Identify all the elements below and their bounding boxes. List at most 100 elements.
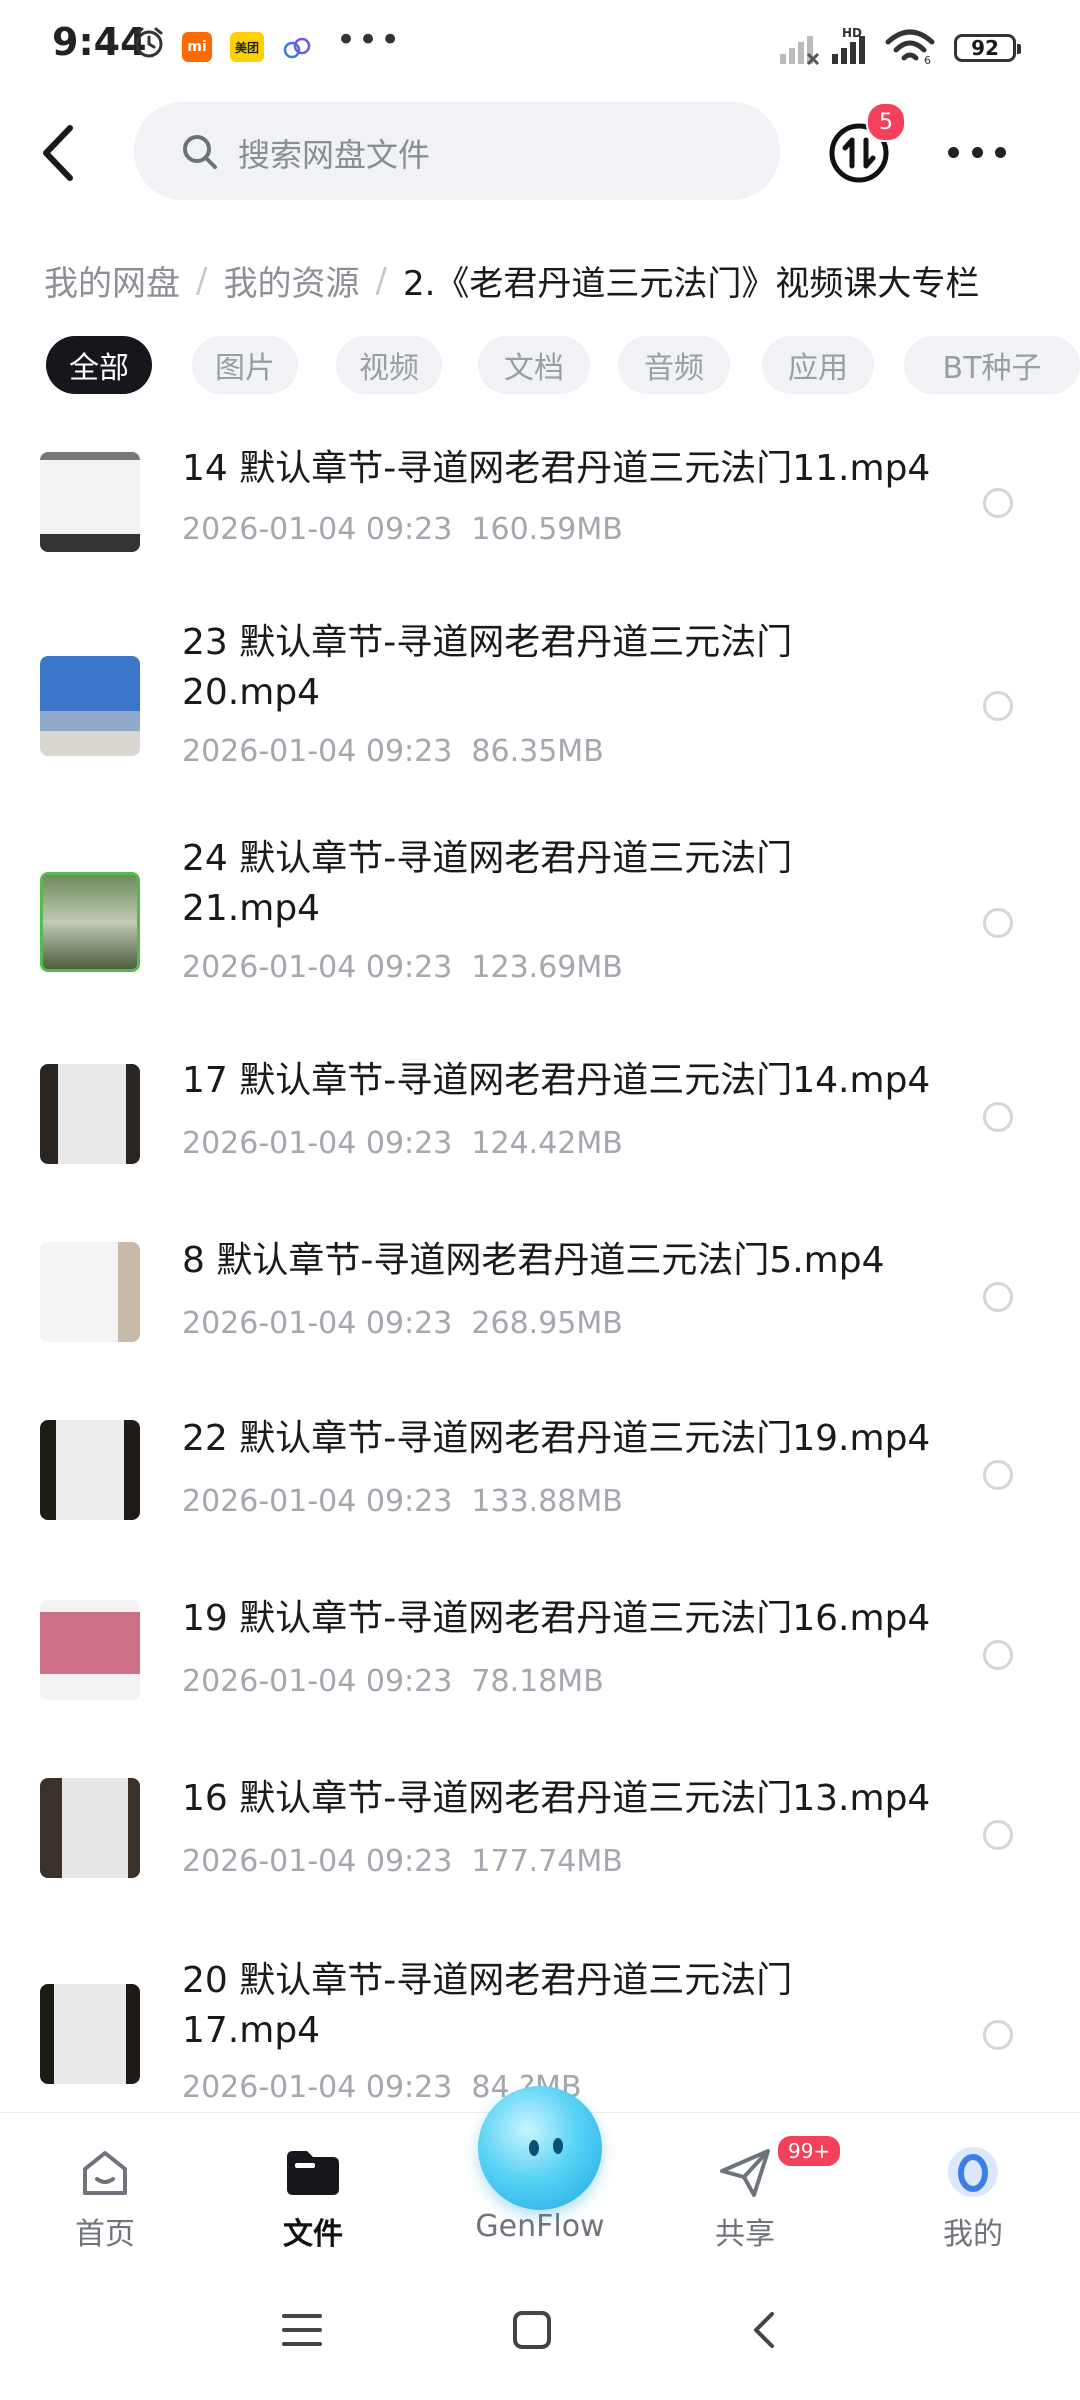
- file-size: 124.42MB: [471, 1126, 623, 1161]
- file-row[interactable]: 14 默认章节-寻道网老君丹道三元法门11.mp4 2026-01-04 09:…: [0, 440, 1080, 580]
- nav-item-home[interactable]: 首页: [50, 2113, 160, 2263]
- select-radio[interactable]: [983, 2020, 1013, 2050]
- file-row[interactable]: 17 默认章节-寻道网老君丹道三元法门14.mp4 2026-01-04 09:…: [0, 1056, 1080, 1196]
- send-icon: [720, 2149, 770, 2197]
- file-size: 160.59MB: [471, 512, 623, 547]
- tab-bt-torrents[interactable]: BT种子: [904, 336, 1080, 394]
- video-thumbnail: [40, 872, 140, 972]
- file-date: 2026-01-04 09:23: [182, 1844, 453, 1879]
- file-meta: 2026-01-04 09:23 160.59MB: [182, 512, 623, 547]
- file-date: 2026-01-04 09:23: [182, 1484, 453, 1519]
- video-thumbnail: [40, 1242, 140, 1342]
- status-bar: 9:44 mi 美团 ••• HD 6 92: [0, 0, 1080, 100]
- meituan-app-icon: 美团: [230, 32, 264, 62]
- select-radio[interactable]: [983, 1820, 1013, 1850]
- search-icon: [183, 135, 217, 169]
- file-row[interactable]: 16 默认章节-寻道网老君丹道三元法门13.mp4 2026-01-04 09:…: [0, 1774, 1080, 1914]
- home-icon: [83, 2151, 127, 2195]
- nav-item-files[interactable]: 文件: [258, 2113, 368, 2263]
- file-row[interactable]: 22 默认章节-寻道网老君丹道三元法门19.mp4 2026-01-04 09:…: [0, 1414, 1080, 1554]
- file-date: 2026-01-04 09:23: [182, 734, 453, 769]
- file-size: 133.88MB: [471, 1484, 623, 1519]
- file-meta: 2026-01-04 09:23 268.95MB: [182, 1306, 623, 1341]
- back-arrow-icon[interactable]: [34, 118, 84, 188]
- alarm-clock-icon: [135, 27, 163, 58]
- file-date: 2026-01-04 09:23: [182, 1664, 453, 1699]
- tab-audio[interactable]: 音频: [618, 336, 730, 394]
- recent-apps-icon[interactable]: [280, 2310, 324, 2350]
- nav-label-genflow: GenFlow: [475, 2209, 605, 2244]
- file-meta: 2026-01-04 09:23 133.88MB: [182, 1484, 623, 1519]
- nav-label-share: 共享: [715, 2217, 775, 2252]
- file-row[interactable]: 24 默认章节-寻道网老君丹道三元法门 21.mp4 2026-01-04 09…: [0, 832, 1080, 1012]
- tab-documents[interactable]: 文档: [478, 336, 590, 394]
- file-name: 24 默认章节-寻道网老君丹道三元法门 21.mp4: [182, 838, 793, 929]
- file-name: 22 默认章节-寻道网老君丹道三元法门19.mp4: [182, 1418, 931, 1459]
- file-date: 2026-01-04 09:23: [182, 1306, 453, 1341]
- search-bar[interactable]: 搜索网盘文件: [134, 102, 780, 200]
- system-back-icon[interactable]: [744, 2308, 784, 2352]
- wifi-icon: 6: [885, 29, 935, 66]
- select-radio[interactable]: [983, 691, 1013, 721]
- nav-item-profile[interactable]: 我的: [918, 2113, 1028, 2263]
- file-name: 23 默认章节-寻道网老君丹道三元法门 20.mp4: [182, 622, 793, 713]
- file-meta: 2026-01-04 09:23 123.69MB: [182, 950, 623, 985]
- file-name: 19 默认章节-寻道网老君丹道三元法门16.mp4: [182, 1598, 931, 1639]
- cloud-app-icon: [283, 37, 311, 59]
- file-date: 2026-01-04 09:23: [182, 2070, 453, 2105]
- more-options-button[interactable]: [948, 122, 1006, 182]
- select-radio[interactable]: [983, 1102, 1013, 1132]
- file-name: 20 默认章节-寻道网老君丹道三元法门 17.mp4: [182, 1960, 793, 2051]
- tab-videos[interactable]: 视频: [336, 336, 442, 394]
- file-name: 14 默认章节-寻道网老君丹道三元法门11.mp4: [182, 448, 931, 489]
- signal-strength-icon: [780, 36, 820, 66]
- select-radio[interactable]: [983, 1282, 1013, 1312]
- nav-label-files: 文件: [283, 2217, 343, 2252]
- more-notifications-icon: •••: [336, 20, 403, 60]
- breadcrumb-separator: /: [196, 260, 208, 301]
- file-row[interactable]: 20 默认章节-寻道网老君丹道三元法门 17.mp4 2026-01-04 09…: [0, 1954, 1080, 2105]
- xiaomi-app-icon: mi: [182, 32, 212, 62]
- tab-apps[interactable]: 应用: [762, 336, 874, 394]
- genflow-face-icon: [529, 2138, 563, 2156]
- video-thumbnail: [40, 1984, 140, 2084]
- svg-text:6: 6: [924, 54, 931, 66]
- file-size: 123.69MB: [471, 950, 623, 985]
- file-row[interactable]: 19 默认章节-寻道网老君丹道三元法门16.mp4 2026-01-04 09:…: [0, 1594, 1080, 1734]
- select-radio[interactable]: [983, 1460, 1013, 1490]
- breadcrumb: 我的网盘 / 我的资源 / 2.《老君丹道三元法门》视频课大专栏: [44, 256, 979, 305]
- share-notification-badge: 99+: [776, 2134, 843, 2168]
- file-size: 177.74MB: [471, 1844, 623, 1879]
- file-name: 8 默认章节-寻道网老君丹道三元法门5.mp4: [182, 1240, 885, 1281]
- file-name: 17 默认章节-寻道网老君丹道三元法门14.mp4: [182, 1060, 931, 1101]
- video-thumbnail: [40, 1064, 140, 1164]
- dot-icon: [971, 146, 983, 158]
- video-thumbnail: [40, 1600, 140, 1700]
- file-row[interactable]: 8 默认章节-寻道网老君丹道三元法门5.mp4 2026-01-04 09:23…: [0, 1236, 1080, 1376]
- select-radio[interactable]: [983, 1640, 1013, 1670]
- file-date: 2026-01-04 09:23: [182, 512, 453, 547]
- nav-label-home: 首页: [75, 2217, 135, 2252]
- breadcrumb-separator: /: [375, 260, 387, 301]
- breadcrumb-item-my-resources[interactable]: 我的资源: [223, 256, 359, 305]
- file-row[interactable]: 23 默认章节-寻道网老君丹道三元法门 20.mp4 2026-01-04 09…: [0, 616, 1080, 796]
- tab-images[interactable]: 图片: [192, 336, 298, 394]
- signal-strength-hd-icon: [832, 36, 865, 64]
- file-meta: 2026-01-04 09:23 86.35MB: [182, 734, 604, 769]
- home-square-icon[interactable]: [510, 2308, 554, 2352]
- file-size: 78.18MB: [471, 1664, 604, 1699]
- select-radio[interactable]: [983, 908, 1013, 938]
- genflow-orb-icon[interactable]: [478, 2086, 602, 2210]
- video-thumbnail: [40, 452, 140, 552]
- select-radio[interactable]: [983, 488, 1013, 518]
- breadcrumb-item-my-disk[interactable]: 我的网盘: [44, 256, 180, 305]
- battery-indicator: 92: [954, 34, 1021, 62]
- tab-all[interactable]: 全部: [46, 336, 152, 394]
- transfer-count-badge: 5: [866, 102, 906, 142]
- video-thumbnail: [40, 1778, 140, 1878]
- file-meta: 2026-01-04 09:23 177.74MB: [182, 1844, 623, 1879]
- nav-label-profile: 我的: [943, 2217, 1003, 2252]
- system-navigation-bar: [0, 2270, 1080, 2400]
- file-meta: 2026-01-04 09:23 124.42MB: [182, 1126, 623, 1161]
- file-date: 2026-01-04 09:23: [182, 1126, 453, 1161]
